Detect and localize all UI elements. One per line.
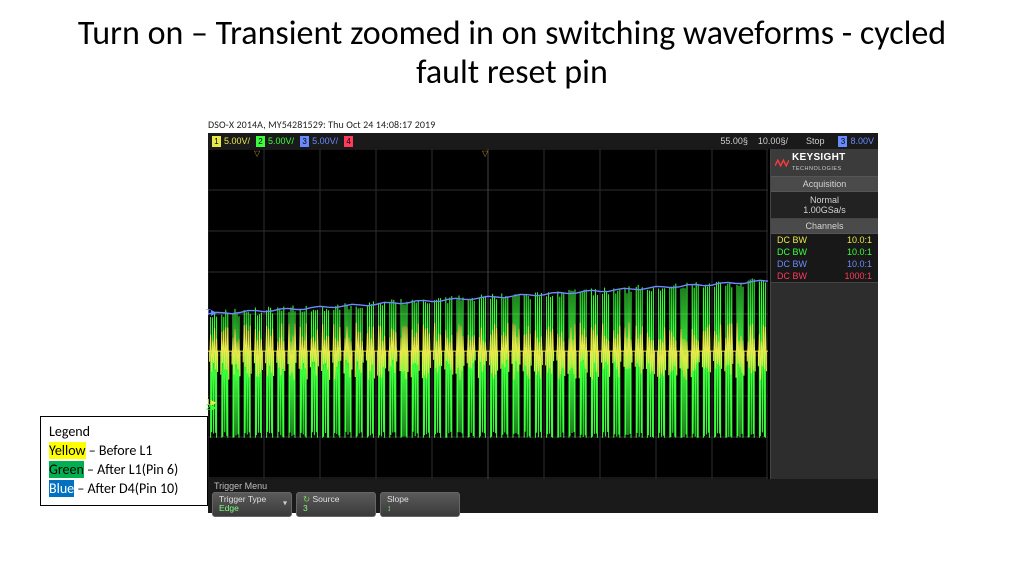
ch4-vdiv: 4 [344,136,356,147]
legend-row-blue: Blue – After D4(Pin 10) [49,480,199,499]
ch1-badge: 1 [212,136,221,147]
scope-top-bar: 15.00V/ 25.00V/ 35.00V/ 4 55.00§ 10.00§/… [208,133,878,149]
acquisition-body: Normal 1.00GSa/s [771,192,878,218]
legend-row-yellow: Yellow – Before L1 [49,442,199,461]
scope-metadata: DSO-X 2014A, MY54281529: Thu Oct 24 14:0… [208,118,878,131]
acquisition-panel: Acquisition Normal 1.00GSa/s [771,177,878,219]
run-status: Stop [806,136,825,146]
ch2-badge: 2 [256,136,265,147]
channels-panel: Channels DC BW10.0:1DC BW10.0:1DC BW10.0… [771,219,878,283]
channels-header: Channels [771,219,878,234]
softkey-row: Trigger Type Edge ▾ ↻ Source 3 Slope ↕ [208,492,878,520]
legend-row-green: Green – After L1(Pin 6) [49,461,199,480]
keysight-logo-icon [775,158,789,168]
waveform-plot: ▽ ▽ T▶ 1▶ 2▶ [208,149,768,479]
ch3-vdiv: 35.00V/ [300,136,338,147]
gnd-marker-ch2: 2▶ [206,404,217,412]
trigger-marker-ch3: T▶ [206,309,217,317]
ch4-badge: 4 [344,136,353,147]
legend-box: Legend Yellow – Before L1 Green – After … [40,416,208,506]
brand-badge: KEYSIGHTTECHNOLOGIES [771,149,878,177]
trig-level: 8.00V [850,136,874,146]
softkey-trigger-type[interactable]: Trigger Type Edge ▾ [212,492,292,517]
time-marker-left: ▽ [254,149,260,158]
ch2-vdiv: 25.00V/ [256,136,294,147]
slide: Turn on – Transient zoomed in on switchi… [0,0,1024,576]
plot-svg [208,149,768,479]
trig-src-badge: 3 [838,136,847,147]
scope-container: DSO-X 2014A, MY54281529: Thu Oct 24 14:0… [208,118,878,513]
oscilloscope-screenshot: 15.00V/ 25.00V/ 35.00V/ 4 55.00§ 10.00§/… [208,133,878,513]
channels-list: DC BW10.0:1DC BW10.0:1DC BW10.0:1DC BW10… [771,234,878,282]
acquisition-header: Acquisition [771,177,878,192]
scope-bottom-bar: Trigger Menu Trigger Type Edge ▾ ↻ Sourc… [208,479,878,513]
scope-sidebar: KEYSIGHTTECHNOLOGIES Acquisition Normal … [770,149,878,479]
slide-title: Turn on – Transient zoomed in on switchi… [0,0,1024,96]
legend-title: Legend [49,423,199,442]
timebase-2: 10.00§/ [758,136,788,146]
time-marker-center: ▽ [482,149,488,158]
softkey-source[interactable]: ↻ Source 3 [296,492,376,517]
chevron-icon: ▾ [283,500,287,509]
ch3-badge: 3 [300,136,309,147]
ch1-vdiv: 15.00V/ [212,136,250,147]
softkey-slope[interactable]: Slope ↕ [380,492,460,517]
timebase-1: 55.00§ [720,136,748,146]
trigger-menu-label: Trigger Menu [208,479,878,492]
